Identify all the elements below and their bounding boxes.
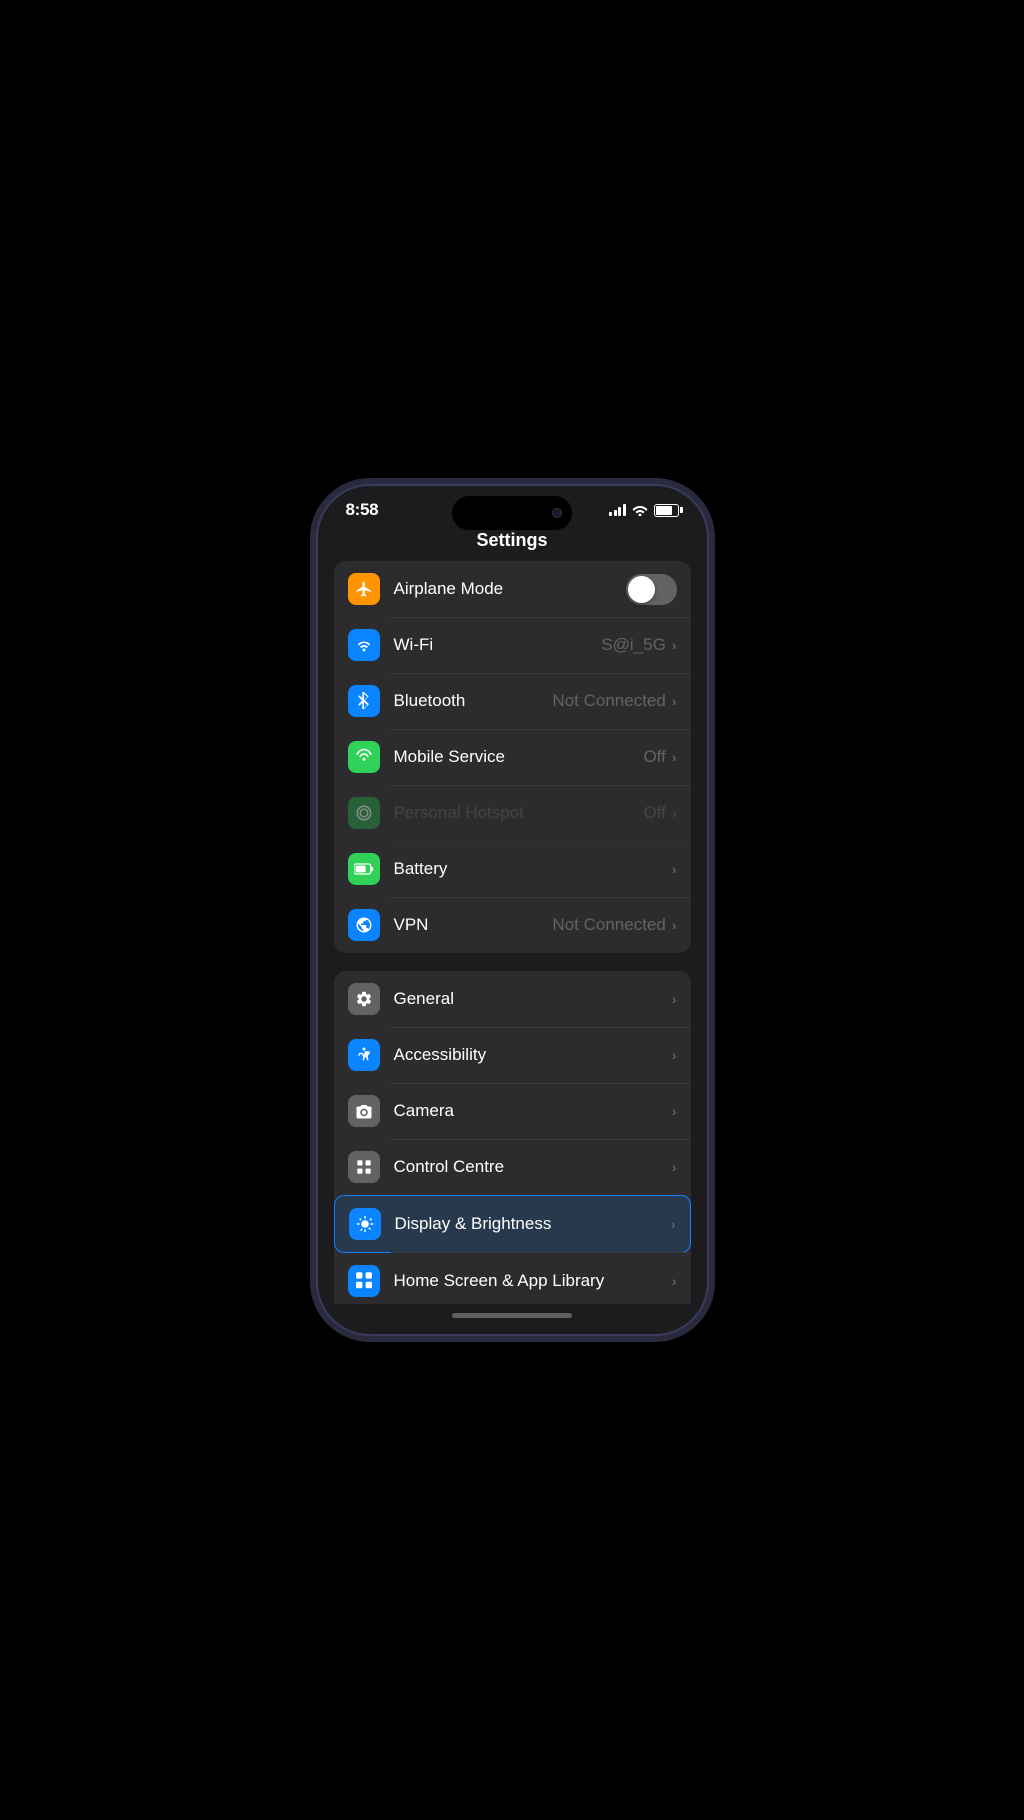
mobile-service-label: Mobile Service (394, 747, 644, 767)
personal-hotspot-row[interactable]: Personal Hotspot Off › (334, 785, 691, 841)
home-screen-chevron: › (672, 1273, 677, 1289)
vpn-label: VPN (394, 915, 553, 935)
vpn-chevron: › (672, 917, 677, 933)
airplane-mode-icon (348, 573, 380, 605)
toggle-knob (628, 576, 655, 603)
page-title: Settings (318, 526, 707, 561)
display-brightness-chevron: › (671, 1216, 676, 1232)
mobile-service-row[interactable]: Mobile Service Off › (334, 729, 691, 785)
phone-frame: 8:58 (316, 484, 709, 1336)
camera-label: Camera (394, 1101, 672, 1121)
home-screen-icon (348, 1265, 380, 1297)
general-label: General (394, 989, 672, 1009)
battery-icon (654, 504, 679, 517)
airplane-mode-label: Airplane Mode (394, 579, 626, 599)
accessibility-chevron: › (672, 1047, 677, 1063)
control-centre-icon (348, 1151, 380, 1183)
control-centre-row[interactable]: Control Centre › (334, 1139, 691, 1195)
mobile-service-icon (348, 741, 380, 773)
wifi-chevron: › (672, 637, 677, 653)
home-screen-row[interactable]: Home Screen & App Library › (334, 1253, 691, 1304)
general-chevron: › (672, 991, 677, 1007)
volume-up-button (316, 671, 318, 731)
signal-icon (609, 504, 626, 516)
battery-chevron: › (672, 861, 677, 877)
airplane-mode-row[interactable]: Airplane Mode (334, 561, 691, 617)
battery-label: Battery (394, 859, 672, 879)
mobile-service-value: Off (643, 747, 665, 767)
home-screen-label: Home Screen & App Library (394, 1271, 672, 1291)
personal-hotspot-chevron: › (672, 805, 677, 821)
personal-hotspot-icon (348, 797, 380, 829)
vpn-icon (348, 909, 380, 941)
control-centre-label: Control Centre (394, 1157, 672, 1177)
bluetooth-label: Bluetooth (394, 691, 553, 711)
mobile-service-chevron: › (672, 749, 677, 765)
display-brightness-row[interactable]: Display & Brightness › (334, 1195, 691, 1253)
silent-switch (316, 616, 318, 651)
bluetooth-value: Not Connected (552, 691, 665, 711)
camera-settings-icon (348, 1095, 380, 1127)
home-bar-area (318, 1304, 707, 1334)
display-brightness-label: Display & Brightness (395, 1214, 671, 1234)
volume-down-button (316, 746, 318, 806)
battery-row[interactable]: Battery › (334, 841, 691, 897)
camera-indicator (552, 508, 562, 518)
accessibility-label: Accessibility (394, 1045, 672, 1065)
vpn-value: Not Connected (552, 915, 665, 935)
general-icon (348, 983, 380, 1015)
phone-screen: 8:58 (318, 486, 707, 1334)
status-bar: 8:58 (318, 486, 707, 526)
wifi-row[interactable]: Wi-Fi S@i_5G › (334, 617, 691, 673)
home-bar (452, 1313, 572, 1318)
wifi-label: Wi-Fi (394, 635, 602, 655)
status-icons (609, 504, 679, 517)
status-time: 8:58 (346, 500, 379, 520)
airplane-mode-toggle[interactable] (626, 574, 677, 605)
bluetooth-row[interactable]: Bluetooth Not Connected › (334, 673, 691, 729)
camera-chevron: › (672, 1103, 677, 1119)
wifi-value: S@i_5G (601, 635, 666, 655)
dynamic-island (452, 496, 572, 530)
personal-hotspot-value: Off (643, 803, 665, 823)
power-button (707, 671, 709, 761)
accessibility-row[interactable]: Accessibility › (334, 1027, 691, 1083)
system-settings-group: General › Accessibility › (334, 971, 691, 1304)
bluetooth-icon (348, 685, 380, 717)
general-row[interactable]: General › (334, 971, 691, 1027)
battery-settings-icon (348, 853, 380, 885)
control-centre-chevron: › (672, 1159, 677, 1175)
wifi-settings-icon (348, 629, 380, 661)
personal-hotspot-label: Personal Hotspot (394, 803, 644, 823)
settings-scroll[interactable]: Airplane Mode Wi-Fi S@i_5G › (318, 561, 707, 1304)
display-brightness-icon (349, 1208, 381, 1240)
vpn-row[interactable]: VPN Not Connected › (334, 897, 691, 953)
bluetooth-chevron: › (672, 693, 677, 709)
camera-row[interactable]: Camera › (334, 1083, 691, 1139)
accessibility-icon (348, 1039, 380, 1071)
wifi-icon (632, 504, 648, 516)
network-settings-group: Airplane Mode Wi-Fi S@i_5G › (334, 561, 691, 953)
